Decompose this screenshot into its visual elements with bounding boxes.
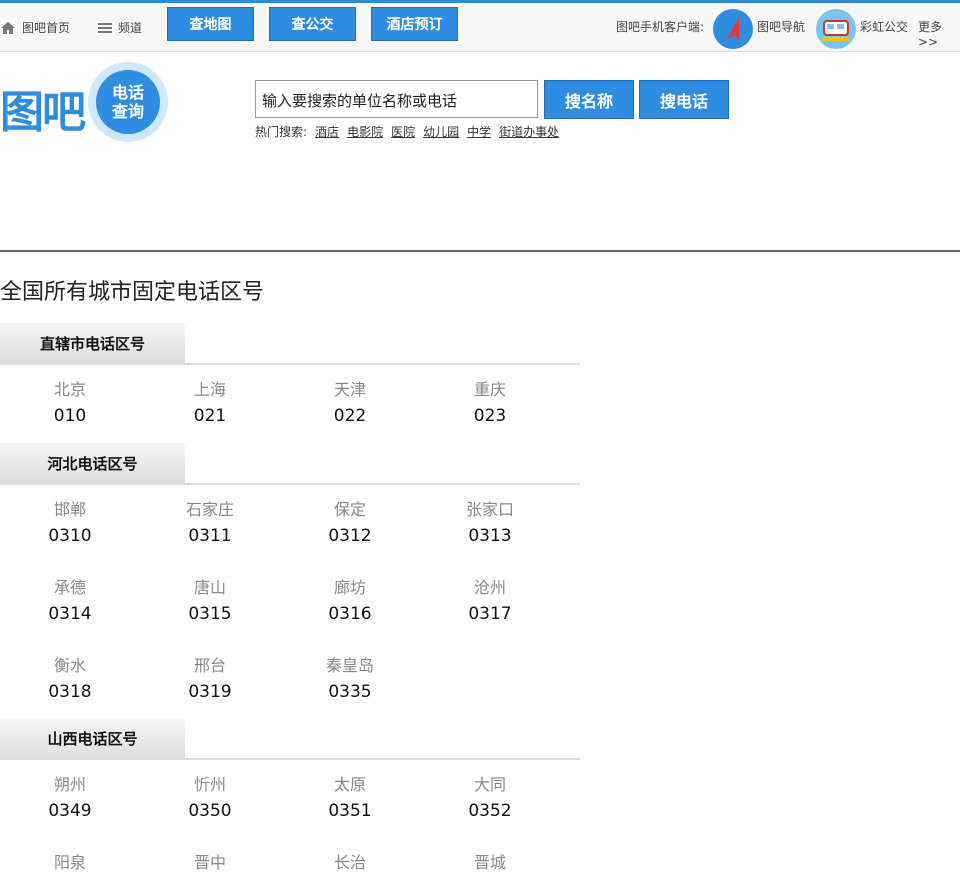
area-code: 0335 xyxy=(328,682,372,702)
hot-link[interactable]: 幼儿园 xyxy=(423,123,459,140)
logo-sub1: 电话 xyxy=(111,83,144,102)
more-link[interactable]: 更多>> xyxy=(918,18,960,49)
area-code: 0312 xyxy=(328,526,372,546)
area-code: 0311 xyxy=(188,526,232,546)
city-name[interactable]: 保定 xyxy=(280,496,420,520)
area-code: 0315 xyxy=(188,604,232,624)
home-link[interactable]: 图吧首页 xyxy=(0,19,70,36)
top-bar: 图吧首页 频道 查地图 查公交 酒店预订 图吧手机客户端: 图吧导航 彩虹公交 … xyxy=(0,0,960,52)
divider xyxy=(0,250,960,252)
channel-label: 频道 xyxy=(118,21,143,35)
city-name[interactable]: 唐山 xyxy=(140,574,280,598)
city-name[interactable]: 晋中 xyxy=(140,849,280,873)
city-name[interactable]: 重庆 xyxy=(420,376,560,400)
area-code: 0352 xyxy=(468,801,512,821)
city-name[interactable]: 张家口 xyxy=(420,496,560,520)
city-name[interactable]: 长治 xyxy=(280,849,420,873)
hot-search-label: 热门搜索: xyxy=(255,125,308,139)
area-code: 021 xyxy=(193,406,227,426)
city-name[interactable]: 石家庄 xyxy=(140,496,280,520)
logo-brand: 图吧 xyxy=(0,87,86,138)
city-name[interactable]: 邢台 xyxy=(140,652,280,676)
city-name[interactable]: 阳泉 xyxy=(0,849,140,873)
area-code: 0319 xyxy=(188,682,232,702)
section-header: 山西电话区号 xyxy=(0,718,185,758)
area-code: 010 xyxy=(53,406,87,426)
hot-link[interactable]: 医院 xyxy=(391,123,415,140)
area-code: 022 xyxy=(333,406,367,426)
city-name[interactable]: 太原 xyxy=(280,771,420,795)
section-divider xyxy=(0,363,580,365)
navigation-arrow-icon xyxy=(727,17,739,41)
area-code: 0351 xyxy=(328,801,372,821)
hot-link[interactable]: 街道办事处 xyxy=(499,123,559,140)
city-name[interactable]: 廊坊 xyxy=(280,574,420,598)
bus-icon xyxy=(822,20,850,41)
home-label: 图吧首页 xyxy=(22,21,71,35)
area-code: 0313 xyxy=(468,526,512,546)
section-divider xyxy=(0,758,580,760)
area-code: 0317 xyxy=(468,604,512,624)
search-phone-button[interactable]: 搜电话 xyxy=(639,80,729,119)
logo-sub2: 查询 xyxy=(111,102,144,121)
hot-link[interactable]: 中学 xyxy=(467,123,491,140)
city-name[interactable]: 衡水 xyxy=(0,652,140,676)
city-name[interactable]: 沧州 xyxy=(420,574,560,598)
city-name[interactable]: 上海 xyxy=(140,376,280,400)
city-name[interactable]: 北京 xyxy=(0,376,140,400)
area-code: 0310 xyxy=(48,526,92,546)
nav-app-link[interactable]: 图吧导航 xyxy=(757,18,805,35)
search-name-button[interactable]: 搜名称 xyxy=(544,80,634,119)
city-name[interactable]: 朔州 xyxy=(0,771,140,795)
area-code: 023 xyxy=(473,406,507,426)
city-name[interactable]: 忻州 xyxy=(140,771,280,795)
hot-link[interactable]: 酒店 xyxy=(315,123,339,140)
page-title: 全国所有城市固定电话区号 xyxy=(0,280,265,305)
area-code: 0350 xyxy=(188,801,232,821)
navigation-app-icon[interactable] xyxy=(713,9,753,49)
section-divider xyxy=(0,483,580,485)
area-code: 0314 xyxy=(48,604,92,624)
area-code: 0349 xyxy=(48,801,92,821)
city-name[interactable]: 天津 xyxy=(280,376,420,400)
city-name[interactable]: 大同 xyxy=(420,771,560,795)
hotel-button[interactable]: 酒店预订 xyxy=(371,7,458,41)
section-header: 直辖市电话区号 xyxy=(0,323,185,363)
city-name[interactable]: 晋城 xyxy=(420,849,560,873)
channel-menu[interactable]: 频道 xyxy=(98,19,142,36)
section-header: 河北电话区号 xyxy=(0,443,185,483)
bus-app-icon[interactable] xyxy=(816,9,856,49)
city-name[interactable]: 秦皇岛 xyxy=(280,652,420,676)
search-input[interactable]: 输入要搜索的单位名称或电话 xyxy=(255,80,538,118)
area-code: 0318 xyxy=(48,682,92,702)
bus-app-link[interactable]: 彩虹公交 xyxy=(860,18,908,35)
map-button[interactable]: 查地图 xyxy=(167,7,254,41)
client-label: 图吧手机客户端: xyxy=(616,20,705,34)
city-name[interactable]: 邯郸 xyxy=(0,496,140,520)
menu-icon xyxy=(98,22,112,33)
city-name[interactable]: 承德 xyxy=(0,574,140,598)
area-code: 0316 xyxy=(328,604,372,624)
logo-circle: 电话 查询 xyxy=(88,62,168,142)
hot-search: 热门搜索: 酒店 电影院 医院 幼儿园 中学 街道办事处 xyxy=(255,123,559,140)
site-logo[interactable]: 图吧 电话 查询 xyxy=(0,62,175,142)
bus-button[interactable]: 查公交 xyxy=(269,7,356,41)
hot-link[interactable]: 电影院 xyxy=(347,123,383,140)
home-icon xyxy=(1,21,15,34)
